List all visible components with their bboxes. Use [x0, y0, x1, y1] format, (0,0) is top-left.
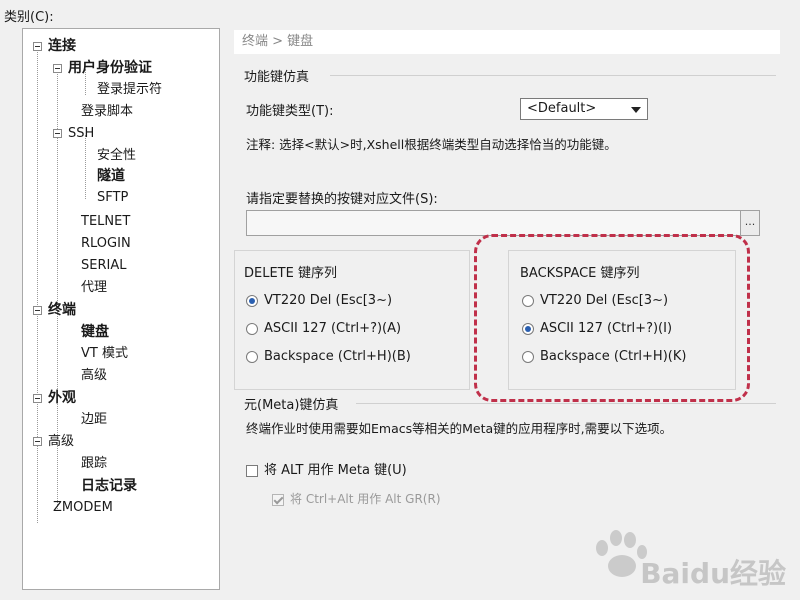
tree-item-label: 边距: [81, 412, 108, 427]
tree-item[interactable]: SFTP: [97, 189, 128, 207]
radio-button[interactable]: [246, 322, 258, 335]
tree-item-label: SERIAL: [81, 258, 127, 273]
tree-item-label: VT 模式: [81, 346, 128, 361]
tree-item[interactable]: SERIAL: [81, 257, 126, 275]
tree-item-label: 高级: [48, 434, 75, 449]
meta-group-title: 元(Meta)键仿真: [244, 398, 339, 413]
tree-item-label: 登录提示符: [97, 82, 163, 97]
tree-item-label: 用户身份验证: [68, 60, 152, 76]
tree-item-label: SSH: [68, 126, 95, 141]
alt-as-meta-checkbox[interactable]: 将 ALT 用作 Meta 键(U): [246, 462, 407, 480]
tree-item[interactable]: 跟踪: [81, 455, 107, 473]
tree-item[interactable]: 键盘: [81, 323, 109, 341]
alt-as-meta-label: 将 ALT 用作 Meta 键(U): [264, 463, 407, 478]
function-key-type-value: <Default>: [527, 101, 597, 116]
delete-seq-option[interactable]: ASCII 127 (Ctrl+?)(A): [246, 320, 401, 338]
group-divider: [330, 75, 776, 76]
chevron-down-icon: [631, 107, 641, 113]
tree-item[interactable]: VT 模式: [81, 345, 128, 363]
tree-item-label: RLOGIN: [81, 236, 131, 251]
tree-item-label: 键盘: [81, 324, 109, 340]
tree-item[interactable]: RLOGIN: [81, 235, 131, 253]
tree-item[interactable]: 高级: [33, 433, 74, 451]
tree-item-label: 外观: [48, 390, 76, 406]
tree-item-label: 隧道: [97, 168, 125, 184]
radio-button[interactable]: [246, 294, 258, 307]
tree-item-label: SFTP: [97, 190, 129, 205]
breadcrumb: 终端 > 键盘: [234, 30, 780, 54]
tree-item-label: ZMODEM: [53, 500, 113, 515]
ctrl-alt-as-altgr-label: 将 Ctrl+Alt 用作 Alt GR(R): [290, 492, 441, 506]
tree-item-label: 登录脚本: [81, 104, 134, 119]
collapse-icon[interactable]: [53, 63, 62, 73]
tree-item[interactable]: 边距: [81, 411, 107, 429]
tree-item[interactable]: 代理: [81, 279, 107, 297]
meta-note: 终端作业时使用需要如Emacs等相关的Meta键的应用程序时,需要以下选项。: [246, 421, 673, 436]
collapse-icon[interactable]: [53, 129, 62, 138]
group-divider: [356, 403, 776, 404]
function-key-type-label: 功能键类型(T):: [246, 104, 334, 119]
tree-connector: [37, 47, 38, 523]
function-key-group-title: 功能键仿真: [244, 70, 310, 85]
collapse-icon[interactable]: [33, 437, 42, 446]
radio-label: ASCII 127 (Ctrl+?)(A): [264, 321, 402, 336]
tree-item-label: 代理: [81, 280, 108, 295]
tree-item-label: TELNET: [81, 214, 131, 229]
delete-seq-title: DELETE 键序列: [244, 266, 337, 281]
checkbox-box[interactable]: [246, 464, 258, 477]
keymap-file-input[interactable]: [246, 210, 742, 236]
tree-item[interactable]: 登录脚本: [81, 103, 133, 121]
keymap-file-label: 请指定要替换的按键对应文件(S):: [246, 192, 438, 207]
highlight-annotation: [474, 234, 750, 402]
delete-seq-option[interactable]: VT220 Del (Esc[3~): [246, 292, 392, 310]
radio-label: VT220 Del (Esc[3~): [264, 293, 393, 308]
radio-button[interactable]: [246, 350, 258, 363]
tree-item-label: 连接: [48, 38, 76, 54]
category-label: 类别(C):: [4, 10, 54, 25]
tree-item[interactable]: 连接: [33, 37, 76, 55]
tree-item[interactable]: ZMODEM: [53, 499, 113, 517]
tree-item[interactable]: 高级: [81, 367, 107, 385]
tree-item[interactable]: 外观: [33, 389, 76, 407]
collapse-icon[interactable]: [33, 41, 42, 51]
tree-item-label: 安全性: [97, 148, 137, 163]
collapse-icon[interactable]: [33, 393, 42, 403]
function-key-note: 注释: 选择<默认>时,Xshell根据终端类型自动选择恰当的功能键。: [246, 137, 617, 152]
tree-item-label: 跟踪: [81, 456, 108, 471]
tree-item[interactable]: 日志记录: [81, 477, 137, 495]
ctrl-alt-as-altgr-checkbox[interactable]: 将 Ctrl+Alt 用作 Alt GR(R): [272, 490, 441, 508]
tree-item-label: 日志记录: [81, 478, 137, 494]
tree-item-label: 高级: [81, 368, 108, 383]
tree-connector: [85, 135, 86, 199]
tree-item[interactable]: 终端: [33, 301, 76, 319]
watermark: Baidu经验: [640, 557, 786, 590]
tree-item[interactable]: TELNET: [81, 213, 130, 231]
radio-label: Backspace (Ctrl+H)(B): [264, 349, 411, 364]
tree-item[interactable]: 安全性: [97, 147, 136, 165]
tree-item[interactable]: 隧道: [97, 167, 125, 185]
tree-item-label: 终端: [48, 302, 76, 318]
delete-seq-option[interactable]: Backspace (Ctrl+H)(B): [246, 348, 411, 366]
browse-button[interactable]: ...: [740, 210, 760, 236]
collapse-icon[interactable]: [33, 305, 42, 315]
tree-connector: [57, 311, 58, 377]
tree-item[interactable]: SSH: [53, 125, 94, 143]
tree-item[interactable]: 用户身份验证: [53, 59, 152, 77]
category-tree[interactable]: 连接用户身份验证登录提示符登录脚本 SSH 安全性隧道 SFTP TELNET RLOGI…: [22, 28, 220, 590]
tree-item[interactable]: 登录提示符: [97, 81, 162, 99]
function-key-type-select[interactable]: <Default>: [520, 98, 648, 120]
checkbox-box[interactable]: [272, 493, 284, 506]
